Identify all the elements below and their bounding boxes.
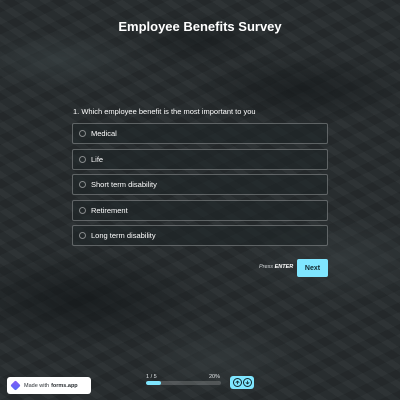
- progress-count: 1 / 5: [146, 374, 157, 380]
- arrow-up-icon[interactable]: [232, 378, 242, 387]
- progress-bar-fill: [146, 381, 161, 385]
- survey-title: Employee Benefits Survey: [118, 19, 282, 34]
- made-with-label: Made with: [24, 382, 50, 389]
- question-navigation: [230, 376, 254, 389]
- brand-name: forms.app: [51, 382, 78, 389]
- option-label: Long term disability: [91, 231, 156, 240]
- options-list: Medical Life Short term disability Retir…: [72, 123, 328, 251]
- radio-circle-icon: [79, 232, 86, 239]
- forms-app-logo-icon: [10, 380, 21, 391]
- press-enter-hint: Press ENTER: [259, 264, 293, 270]
- progress-percent: 20%: [209, 374, 221, 380]
- option-long-term-disability[interactable]: Long term disability: [72, 225, 328, 246]
- option-short-term-disability[interactable]: Short term disability: [72, 174, 328, 195]
- radio-circle-icon: [79, 130, 86, 137]
- option-life[interactable]: Life: [72, 148, 328, 170]
- press-key: ENTER: [274, 264, 294, 270]
- option-label: Retirement: [91, 205, 128, 215]
- radio-circle-icon: [79, 155, 86, 163]
- made-with-badge[interactable]: Made with forms.app: [7, 377, 91, 394]
- next-button[interactable]: Next: [297, 259, 328, 277]
- radio-circle-icon: [79, 181, 86, 188]
- option-label: Life: [91, 154, 104, 164]
- progress-bar: [146, 381, 221, 385]
- option-label: Medical: [91, 129, 117, 138]
- option-medical[interactable]: Medical: [72, 123, 328, 144]
- question-text: 1. Which employee benefit is the most im…: [73, 107, 256, 116]
- radio-circle-icon: [79, 206, 86, 214]
- option-retirement[interactable]: Retirement: [72, 199, 328, 221]
- arrow-down-icon[interactable]: [242, 378, 252, 387]
- option-label: Short term disability: [91, 180, 157, 189]
- press-label: Press: [259, 264, 274, 270]
